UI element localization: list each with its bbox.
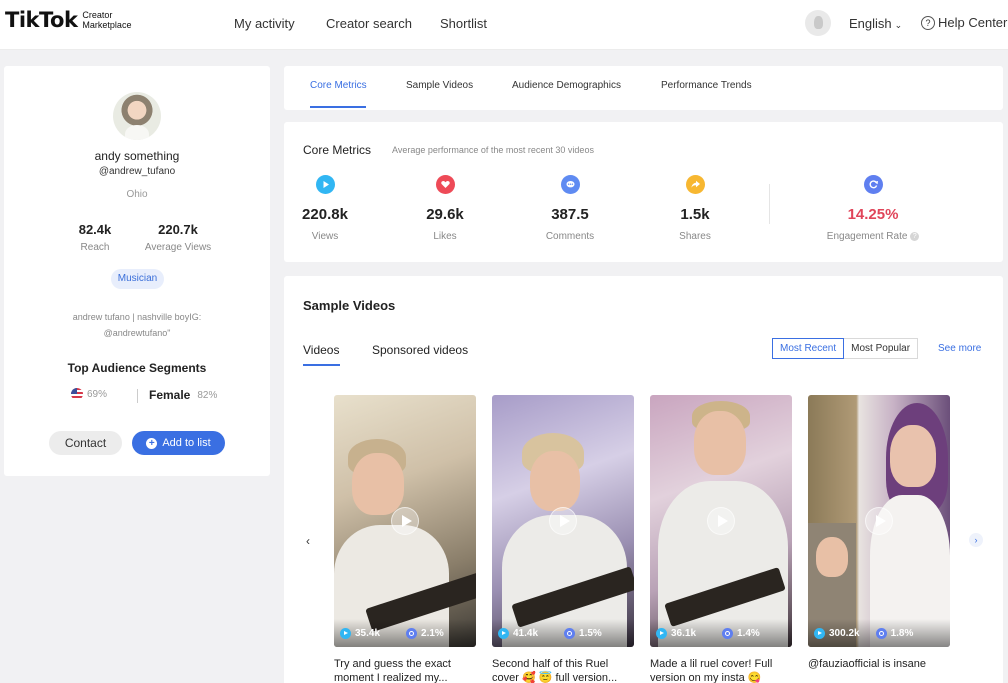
top-nav: TikTok Creator Marketplace My activity Cr… [0, 0, 1008, 50]
play-icon [707, 507, 735, 535]
video-caption[interactable]: @fauziaofficial is insane [808, 657, 950, 683]
subtab-videos[interactable]: Videos [303, 343, 339, 357]
us-flag-icon [71, 388, 83, 400]
share-icon [685, 175, 705, 194]
metric-shares: 1.5k Shares [640, 175, 750, 242]
video-caption[interactable]: Try and guess the exact moment I realize… [334, 657, 476, 683]
tab-performance-trends[interactable]: Performance Trends [661, 80, 752, 91]
engagement-icon [564, 627, 576, 639]
creator-profile-card: andy something @andrew_tufano Ohio 82.4k… [4, 66, 270, 476]
views-icon [656, 627, 667, 639]
play-icon [865, 507, 893, 535]
sort-toggle: Most Recent Most Popular [772, 338, 919, 359]
video-caption[interactable]: Second half of this Ruel cover 🥰 😇 full … [492, 657, 634, 683]
metrics-divider [769, 184, 770, 224]
creator-location: Ohio [126, 189, 148, 200]
section-tabs: Core Metrics Sample Videos Audience Demo… [284, 66, 1003, 110]
views-icon [814, 627, 825, 639]
creator-avatar [113, 92, 161, 140]
engagement-icon [875, 627, 887, 639]
nav-creator-search[interactable]: Creator search [326, 16, 412, 31]
nav-shortlist[interactable]: Shortlist [440, 16, 487, 31]
logo-wordmark: TikTok [5, 8, 78, 32]
core-metrics-title: Core Metrics [303, 143, 372, 157]
play-icon [549, 507, 577, 535]
logo-subtitle: Creator Marketplace [82, 10, 132, 30]
video-thumbnail[interactable]: 35.4k 2.1% [334, 395, 476, 647]
segment-gender: Female 82% [149, 388, 218, 402]
engagement-icon [863, 175, 883, 194]
video-stats: 35.4k 2.1% [334, 619, 476, 647]
active-subtab-indicator [303, 364, 340, 366]
creator-name: andy something [94, 149, 180, 163]
video-caption[interactable]: Made a lil ruel cover! Full version on m… [650, 657, 792, 683]
info-icon[interactable]: ? [910, 231, 920, 241]
metric-likes: 29.6k Likes [390, 175, 500, 242]
most-recent-button[interactable]: Most Recent [772, 338, 845, 359]
tiktok-logo[interactable]: TikTok Creator Marketplace [5, 8, 131, 32]
sample-videos-card: Sample Videos Videos Sponsored videos Mo… [284, 276, 1003, 683]
engagement-icon [722, 627, 734, 639]
video-thumbnail[interactable]: 300.2k 1.8% [808, 395, 950, 647]
user-avatar[interactable] [805, 10, 831, 36]
heart-icon [435, 175, 455, 194]
core-metrics-subtitle: Average performance of the most recent 3… [392, 145, 594, 155]
play-icon [391, 507, 419, 535]
engagement-icon [406, 627, 418, 639]
help-icon: ? [921, 15, 935, 30]
segment-divider [137, 389, 138, 403]
play-icon [315, 175, 335, 194]
nav-my-activity[interactable]: My activity [234, 16, 295, 31]
creator-bio: andrew tufano | nashville boyIG: @andrewt… [72, 312, 202, 338]
carousel-next-icon[interactable]: › [969, 533, 983, 547]
plus-icon: + [146, 437, 158, 449]
subtab-sponsored-videos[interactable]: Sponsored videos [372, 343, 468, 357]
help-center-link[interactable]: ? Help Center [921, 15, 1007, 30]
audience-segments-title: Top Audience Segments [67, 361, 207, 375]
creator-handle: @andrew_tufano [98, 166, 176, 177]
active-tab-indicator [310, 106, 366, 108]
metric-comments: 387.5 Comments [515, 175, 625, 242]
segment-country: 69% [71, 388, 107, 400]
sample-videos-title: Sample Videos [303, 298, 396, 313]
core-metrics-card: Core Metrics Average performance of the … [284, 122, 1003, 262]
video-thumbnail[interactable]: 41.4k 1.5% [492, 395, 634, 647]
reach-stat: 82.4k Reach [78, 222, 112, 253]
metric-engagement-rate: 14.25% Engagement Rate ? [818, 175, 928, 242]
tab-core-metrics[interactable]: Core Metrics [310, 80, 367, 91]
metric-views: 220.8k Views [270, 175, 380, 242]
video-thumbnail[interactable]: 36.1k 1.4% [650, 395, 792, 647]
chevron-down-icon: ⌄ [894, 20, 903, 30]
add-to-list-button[interactable]: + Add to list [132, 431, 225, 455]
category-tag: Musician [111, 269, 164, 289]
most-popular-button[interactable]: Most Popular [844, 338, 919, 359]
comment-icon [560, 175, 580, 194]
video-stats: 36.1k 1.4% [650, 619, 792, 647]
see-more-link[interactable]: See more [938, 343, 981, 354]
tab-audience-demographics[interactable]: Audience Demographics [512, 80, 621, 91]
views-icon [340, 627, 351, 639]
video-stats: 41.4k 1.5% [492, 619, 634, 647]
video-stats: 300.2k 1.8% [808, 619, 950, 647]
carousel-prev-icon[interactable]: ‹ [306, 534, 310, 548]
views-icon [498, 627, 509, 639]
language-selector[interactable]: English ⌄ [849, 16, 902, 31]
tab-sample-videos[interactable]: Sample Videos [406, 80, 473, 91]
contact-button[interactable]: Contact [49, 431, 122, 455]
average-views-stat: 220.7k Average Views [144, 222, 212, 253]
